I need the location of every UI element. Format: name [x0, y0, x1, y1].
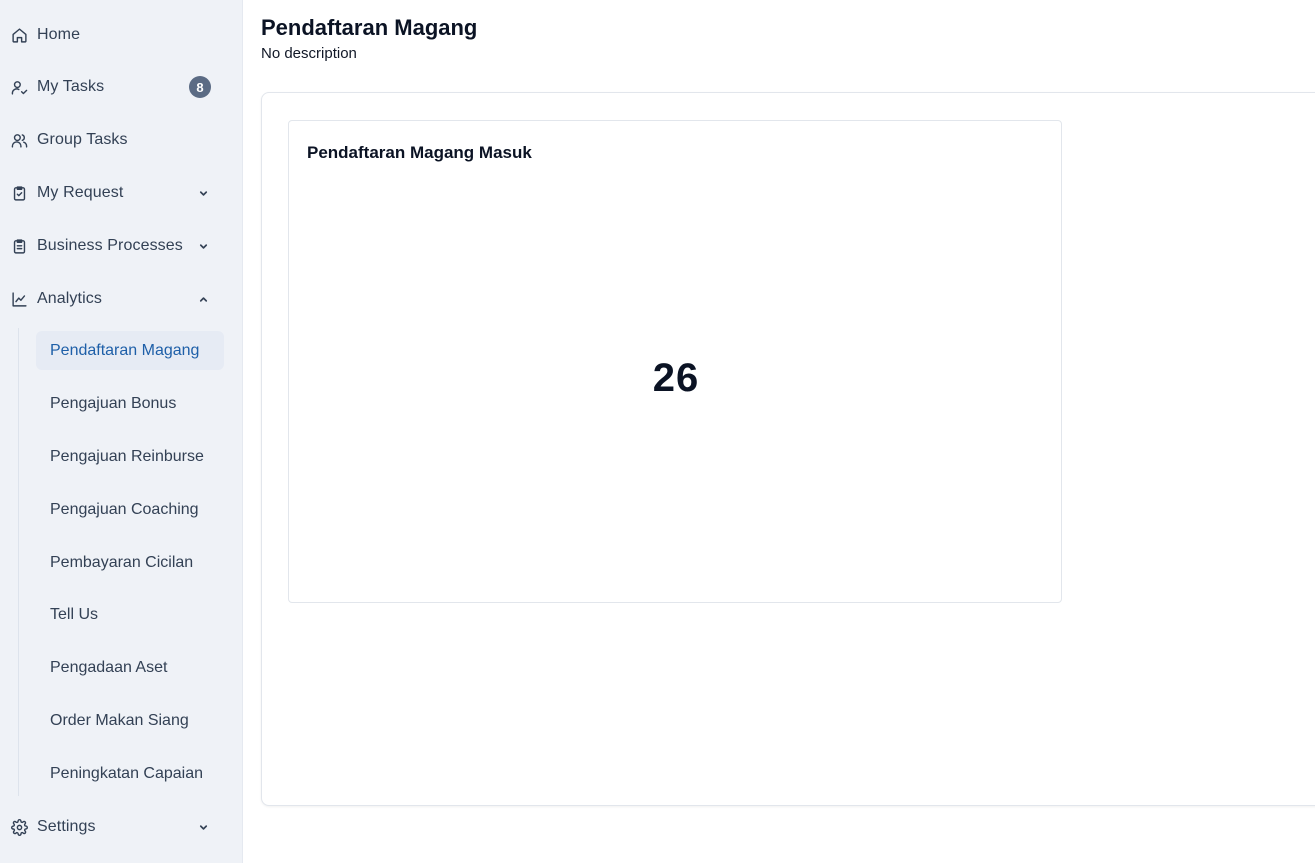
- analytics-item-pengadaan-aset[interactable]: Pengadaan Aset: [36, 648, 224, 687]
- gear-icon: [10, 818, 28, 836]
- analytics-item-pengajuan-coaching[interactable]: Pengajuan Coaching: [36, 490, 224, 529]
- nav-home[interactable]: Home: [0, 15, 243, 55]
- nav-my-request[interactable]: My Request: [0, 173, 243, 213]
- metric-widget: Pendaftaran Magang Masuk 26: [288, 120, 1062, 603]
- page-title: Pendaftaran Magang: [261, 15, 478, 40]
- user-check-icon: [10, 78, 28, 96]
- nav-my-request-label: My Request: [37, 184, 124, 201]
- nav-my-tasks[interactable]: My Tasks 8: [0, 67, 243, 107]
- nav-group-tasks[interactable]: Group Tasks: [0, 120, 243, 160]
- nav-business-processes[interactable]: Business Processes: [0, 226, 243, 266]
- submenu-guide-line: [18, 328, 19, 796]
- analytics-item-pembayaran-cicilan[interactable]: Pembayaran Cicilan: [36, 543, 224, 582]
- analytics-item-pengajuan-bonus[interactable]: Pengajuan Bonus: [36, 384, 224, 423]
- chevron-down-icon[interactable]: [197, 187, 209, 199]
- nav-home-label: Home: [37, 26, 81, 43]
- analytics-item-pengajuan-reinburse[interactable]: Pengajuan Reinburse: [36, 437, 224, 476]
- analytics-item-peningkatan-capaian[interactable]: Peningkatan Capaian: [36, 754, 224, 793]
- widget-metric-value: 26: [652, 356, 700, 400]
- analytics-item-tell-us[interactable]: Tell Us: [36, 595, 224, 634]
- clipboard-list-icon: [10, 237, 28, 255]
- clipboard-check-icon: [10, 184, 28, 202]
- analytics-item-pendaftaran-magang[interactable]: Pendaftaran Magang: [36, 331, 224, 370]
- nav-settings[interactable]: Settings: [0, 807, 243, 847]
- nav-my-tasks-label: My Tasks: [37, 78, 105, 95]
- sidebar: Home My Tasks 8 Group Tasks My Request B…: [0, 0, 243, 863]
- users-icon: [10, 131, 28, 149]
- nav-business-processes-label: Business Processes: [37, 237, 183, 254]
- chevron-down-icon[interactable]: [197, 240, 209, 252]
- tasks-count-badge: 8: [189, 76, 211, 98]
- analytics-item-order-makan-siang[interactable]: Order Makan Siang: [36, 701, 224, 740]
- chevron-up-icon[interactable]: [197, 293, 209, 305]
- nav-analytics-label: Analytics: [37, 290, 102, 307]
- app-root: Home My Tasks 8 Group Tasks My Request B…: [0, 0, 1315, 863]
- page-description: No description: [261, 45, 357, 62]
- nav-analytics[interactable]: Analytics: [0, 279, 243, 319]
- widget-title: Pendaftaran Magang Masuk: [307, 143, 532, 162]
- nav-group-tasks-label: Group Tasks: [37, 131, 128, 148]
- nav-settings-label: Settings: [37, 818, 96, 835]
- home-icon: [10, 26, 28, 44]
- line-chart-icon: [10, 290, 28, 308]
- chevron-down-icon[interactable]: [197, 821, 209, 833]
